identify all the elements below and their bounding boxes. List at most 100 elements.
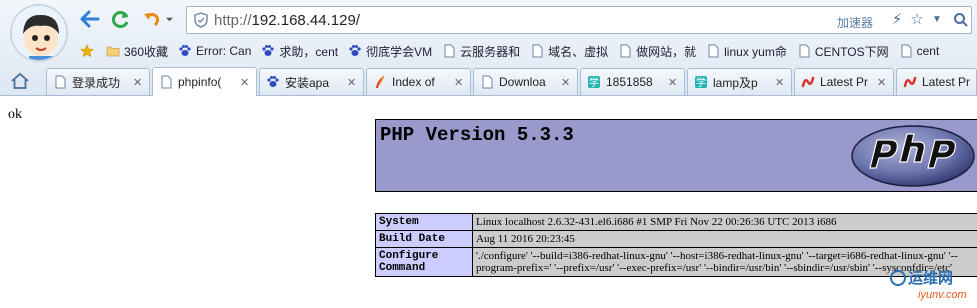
bookmark-label: 做网站，就 [636, 44, 697, 59]
table-row: Configure Command './configure' '--build… [375, 247, 977, 277]
baidu-paw-icon [267, 76, 279, 87]
bookmark-item[interactable]: CENTOS下网 [793, 41, 895, 61]
study-icon: 学 [588, 76, 600, 89]
page-icon [799, 44, 810, 58]
info-key: System [375, 213, 473, 231]
table-row: System Linux localhost 2.6.32-431.el6.i6… [375, 213, 977, 231]
browser-tab[interactable]: 登录成功 ✕ [46, 68, 150, 95]
star-icon[interactable]: ☆ [909, 12, 925, 28]
bookmark-label: 360收藏 [124, 44, 169, 59]
close-tab-icon[interactable]: ✕ [668, 76, 678, 89]
close-tab-icon[interactable]: ✕ [133, 76, 143, 89]
bookmark-item[interactable]: 做网站，就 [614, 41, 702, 61]
page-content: ok PHP Version 5.3.3 System Linux localh… [0, 97, 977, 308]
bookmark-item[interactable]: cent [895, 41, 946, 61]
page-icon [901, 44, 912, 58]
php-version-title: PHP Version 5.3.3 [380, 124, 574, 146]
page-icon [620, 44, 631, 58]
bookmark-label: linux yum命 [724, 44, 787, 59]
refresh-icon [111, 11, 129, 28]
info-value: Linux localhost 2.6.32-431.el6.i686 #1 S… [472, 213, 977, 231]
tab-label: phpinfo( [178, 75, 222, 89]
security-shield-icon [194, 12, 208, 28]
red-swirl-icon [801, 76, 815, 88]
page-icon [55, 75, 66, 89]
site-watermark: 运维网 iyunv.com [888, 267, 977, 308]
accelerator-button[interactable]: 加速器 [837, 14, 873, 31]
refresh-button[interactable] [110, 8, 132, 30]
close-tab-icon[interactable]: ✕ [775, 76, 785, 89]
url-text[interactable]: http://192.168.44.129/ [214, 12, 360, 29]
page-icon [444, 44, 455, 58]
search-icon[interactable] [953, 12, 969, 28]
study-icon: 学 [695, 76, 707, 89]
tab-label: 登录成功 [72, 75, 121, 90]
bookmark-star-icon[interactable] [78, 41, 102, 61]
php-info-table: System Linux localhost 2.6.32-431.el6.i6… [375, 213, 977, 277]
undo-dropdown-button[interactable] [163, 8, 175, 30]
tab-label: Latest Pr [922, 75, 970, 89]
browser-tab[interactable]: Latest Pr [896, 68, 977, 95]
bookmark-label: 求助，cent [279, 44, 339, 59]
bookmark-label: cent [916, 44, 940, 58]
browser-tab[interactable]: Index of ✕ [366, 68, 471, 95]
browser-chrome: http://192.168.44.129/ 加速器 ⚡ ☆ ▼ 360收藏 E… [0, 0, 977, 96]
tab-label: Index of [392, 75, 435, 89]
close-tab-icon[interactable]: ✕ [347, 76, 357, 89]
info-value: Aug 11 2016 20:23:45 [472, 230, 977, 248]
url-protocol: http:// [214, 12, 252, 29]
bookmark-item[interactable]: Error: Can [174, 41, 257, 61]
lightning-icon[interactable]: ⚡ [889, 12, 905, 28]
chevron-down-icon [165, 17, 173, 21]
home-icon[interactable] [10, 71, 30, 91]
browser-tab[interactable]: Downloa ✕ [473, 68, 578, 95]
url-host: 192.168.44.129/ [251, 12, 360, 29]
page-icon [708, 44, 719, 58]
close-tab-icon[interactable]: ✕ [240, 76, 250, 89]
undo-close-tab-button[interactable] [141, 8, 163, 30]
php-logo-icon [851, 125, 975, 187]
back-button[interactable] [79, 8, 101, 30]
ok-output-text: ok [8, 107, 22, 122]
baidu-paw-icon [349, 45, 361, 56]
page-icon [532, 44, 543, 58]
bookmark-label: Error: Can [196, 44, 252, 58]
tab-label: 1851858 [606, 75, 653, 89]
address-bar[interactable]: http://192.168.44.129/ 加速器 ⚡ ☆ ▼ [186, 6, 972, 34]
back-arrow-icon [80, 10, 100, 28]
browser-tab[interactable]: 学 1851858 ✕ [580, 68, 685, 95]
close-tab-icon[interactable]: ✕ [877, 76, 887, 89]
watermark-logo-icon [890, 270, 906, 286]
baidu-paw-icon [262, 45, 274, 56]
info-key: Build Date [375, 230, 473, 248]
chevron-down-icon[interactable]: ▼ [929, 12, 945, 28]
close-tab-icon[interactable]: ✕ [454, 76, 464, 89]
bookmark-item[interactable]: 求助，cent [257, 41, 344, 61]
baidu-paw-icon [179, 45, 191, 56]
bookmark-item[interactable]: 云服务器和 [438, 41, 526, 61]
svg-text:学: 学 [696, 76, 706, 89]
info-key: Configure Command [375, 247, 473, 277]
bookmark-item[interactable]: linux yum命 [702, 41, 793, 61]
browser-tab[interactable]: 安装apa ✕ [259, 68, 364, 95]
bookmark-label: 彻底学会VM [366, 44, 433, 59]
bookmark-item[interactable]: 360收藏 [102, 41, 174, 61]
bookmark-item[interactable]: 域名、虚拟 [526, 41, 614, 61]
php-version-header: PHP Version 5.3.3 [375, 119, 977, 192]
svg-text:学: 学 [589, 76, 599, 89]
bookmark-label: 域名、虚拟 [548, 44, 609, 59]
feather-icon [376, 75, 385, 88]
bookmarks-bar: 360收藏 Error: Can 求助，cent 彻底学会VM 云服务器和 域名… [78, 40, 977, 62]
folder-icon [106, 46, 120, 57]
close-tab-icon[interactable]: ✕ [561, 76, 571, 89]
browser-tab[interactable]: 学 lamp及p ✕ [687, 68, 792, 95]
undo-icon [144, 13, 160, 27]
browser-tab[interactable]: Latest Pr ✕ [794, 68, 894, 95]
tab-strip: 登录成功 ✕ phpinfo( ✕ 安装apa ✕ Index of ✕ Dow… [0, 66, 977, 96]
user-avatar[interactable] [10, 4, 68, 62]
page-icon [482, 75, 493, 89]
browser-tab-active[interactable]: phpinfo( ✕ [152, 67, 257, 96]
red-swirl-icon [903, 76, 917, 88]
tab-label: Latest Pr [820, 75, 869, 89]
bookmark-item[interactable]: 彻底学会VM [344, 41, 438, 61]
